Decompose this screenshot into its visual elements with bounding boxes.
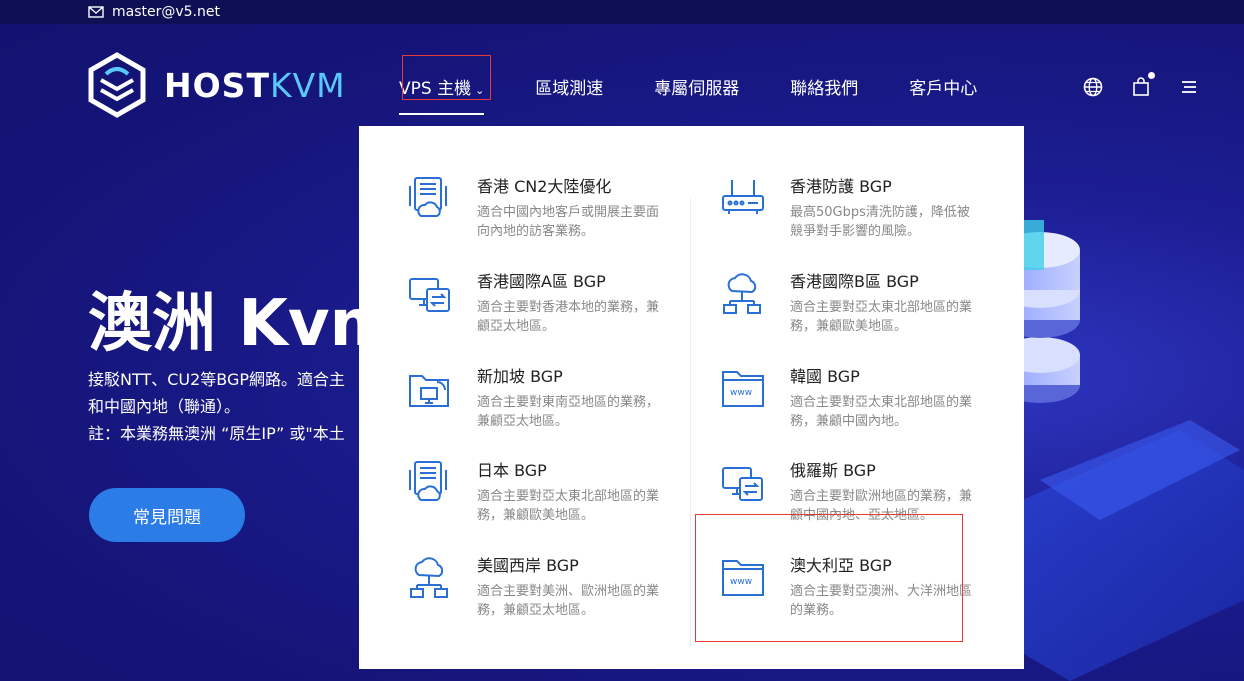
logo-kvm: KVM [269, 65, 346, 105]
contact-email[interactable]: master@v5.net [112, 4, 220, 20]
monitor-sync-icon [407, 271, 453, 317]
hero-desc-line: 和中國內地（聯通）。 [88, 397, 241, 416]
nav-dedicated[interactable]: 專屬伺服器 [654, 74, 739, 99]
hero-description: 接駁NTT、CU2等BGP網路。適合主 和中國內地（聯通）。 註：本業務無澳洲 … [88, 366, 363, 447]
menu-item-title: 美國西岸 BGP [477, 556, 579, 575]
menu-item-desc: 適合主要對亞太東北部地區的業務，兼顧歐美地區。 [790, 300, 973, 334]
highlight-box-australia [695, 514, 963, 642]
nav-contact[interactable]: 聯絡我們 [790, 74, 858, 99]
menu-item-hk-defense[interactable]: 香港防護 BGP 最高50Gbps清洗防護，降低被競爭對手影響的風險。 [720, 176, 1020, 241]
server-cloud-icon [407, 176, 453, 222]
cart-button[interactable] [1130, 72, 1155, 98]
menu-item-desc: 適合主要對東南亞地區的業務，兼顧亞太地區。 [477, 395, 660, 429]
folder-www-icon: www [720, 366, 766, 412]
highlight-box-nav [402, 55, 491, 100]
cart-badge [1148, 72, 1155, 79]
hero-title: 澳洲 Kvm [88, 287, 397, 361]
menu-item-title: 香港防護 BGP [790, 177, 892, 196]
menu-item-title: 韓國 BGP [790, 367, 860, 386]
menu-item-singapore[interactable]: 新加坡 BGP 適合主要對東南亞地區的業務，兼顧亞太地區。 [407, 366, 707, 431]
logo-icon [88, 52, 146, 118]
top-bar: master@v5.net [0, 0, 1244, 24]
menu-item-japan[interactable]: 日本 BGP 適合主要對亞太東北部地區的業務，兼顧歐美地區。 [407, 460, 707, 525]
server-cloud-icon [407, 460, 453, 506]
menu-item-us-west[interactable]: 美國西岸 BGP 適合主要對美洲、歐洲地區的業務，兼顧亞太地區。 [407, 555, 707, 620]
menu-item-title: 香港國際A區 BGP [477, 272, 606, 291]
menu-icon[interactable] [1178, 76, 1200, 98]
menu-item-title: 新加坡 BGP [477, 367, 563, 386]
folder-network-icon [407, 366, 453, 412]
menu-item-title: 香港國際B區 BGP [790, 272, 919, 291]
menu-item-title: 香港 CN2大陸優化 [477, 177, 612, 196]
hero-desc-line: 註：本業務無澳洲 “原生IP” 或"本土 [88, 424, 345, 443]
router-icon [720, 176, 766, 222]
nav-client-center[interactable]: 客戶中心 [909, 74, 977, 99]
header-actions [1082, 72, 1200, 98]
menu-item-desc: 適合主要對亞太東北部地區的業務，兼顧中國內地。 [790, 395, 973, 429]
menu-item-desc: 適合主要對美洲、歐洲地區的業務，兼顧亞太地區。 [477, 584, 660, 618]
menu-item-hk-intl-a[interactable]: 香港國際A區 BGP 適合主要對香港本地的業務，兼顧亞太地區。 [407, 271, 707, 336]
menu-item-desc: 適合主要對亞太東北部地區的業務，兼顧歐美地區。 [477, 489, 660, 523]
menu-item-desc: 適合主要對香港本地的業務，兼顧亞太地區。 [477, 300, 660, 334]
cloud-network-icon [407, 555, 453, 601]
menu-item-hk-cn2[interactable]: 香港 CN2大陸優化 適合中國內地客戶或開展主要面向內地的訪客業務。 [407, 176, 707, 241]
menu-item-hk-intl-b[interactable]: 香港國際B區 BGP 適合主要對亞太東北部地區的業務，兼顧歐美地區。 [720, 271, 1020, 336]
hero-desc-line: 接駁NTT、CU2等BGP網路。適合主 [88, 370, 346, 389]
faq-button[interactable]: 常見問題 [89, 488, 245, 542]
logo-text: HOSTKVM [164, 66, 346, 105]
monitor-sync-icon [720, 460, 766, 506]
site-logo[interactable]: HOSTKVM [88, 52, 346, 118]
menu-item-title: 俄羅斯 BGP [790, 461, 876, 480]
cloud-network-icon [720, 271, 766, 317]
cart-icon [1133, 77, 1149, 96]
svg-text:www: www [730, 388, 752, 398]
logo-host: HOST [164, 65, 270, 105]
mail-icon [88, 6, 104, 18]
main-nav: VPS 主機 ⌄ 區域測速 專屬伺服器 聯絡我們 客戶中心 [399, 74, 1028, 115]
globe-icon[interactable] [1082, 76, 1104, 98]
menu-item-title: 日本 BGP [477, 461, 547, 480]
menu-item-desc: 最高50Gbps清洗防護，降低被競爭對手影響的風險。 [790, 205, 970, 239]
menu-item-desc: 適合中國內地客戶或開展主要面向內地的訪客業務。 [477, 205, 660, 239]
menu-item-korea[interactable]: www 韓國 BGP 適合主要對亞太東北部地區的業務，兼顧中國內地。 [720, 366, 1020, 431]
nav-speedtest[interactable]: 區域測速 [535, 74, 603, 99]
